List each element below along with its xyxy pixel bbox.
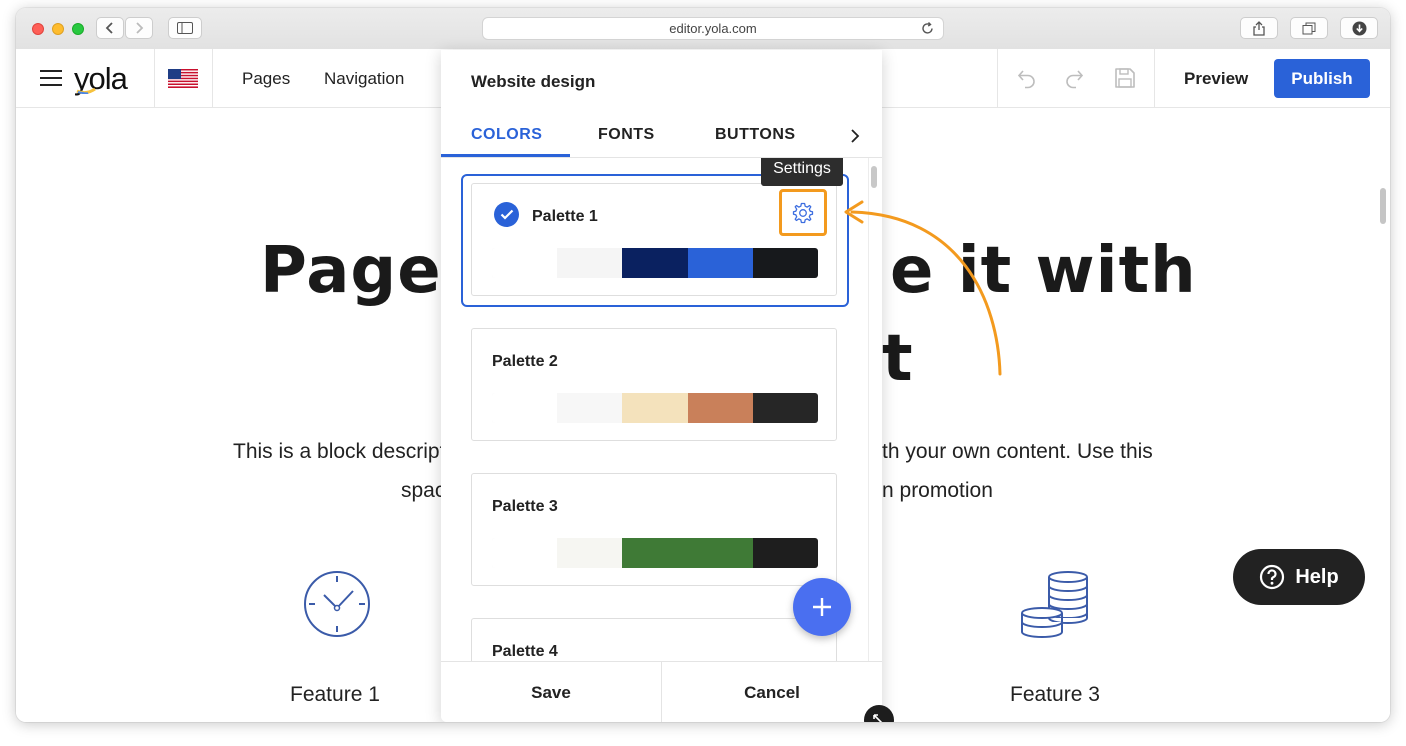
help-label: Help [1295, 565, 1339, 588]
hero-heading-left: Page [260, 234, 442, 308]
swatch [752, 538, 818, 568]
tabs-icon [1302, 22, 1316, 34]
forward-button[interactable] [125, 17, 153, 39]
hamburger-menu-icon[interactable] [40, 69, 62, 87]
palette-card-2[interactable]: Palette 2 [471, 328, 837, 441]
resize-arrows-icon [873, 714, 883, 722]
download-icon [1352, 21, 1366, 35]
swatch [622, 248, 688, 278]
website-design-panel: Website design COLORS FONTS BUTTONS Pale… [441, 50, 882, 722]
hero-heading-right: e it with [890, 234, 1197, 308]
logo-accent-icon [76, 88, 96, 94]
palette-name: Palette 2 [492, 353, 558, 370]
tab-buttons[interactable]: BUTTONS [715, 126, 796, 144]
downloads-button[interactable] [1340, 17, 1378, 39]
publish-button[interactable]: Publish [1274, 59, 1370, 98]
hero-heading-line2: t [882, 322, 914, 396]
sidebar-toggle-button[interactable] [168, 17, 202, 39]
save-button[interactable]: Save [441, 662, 661, 722]
feature-3-label: Feature 3 [1010, 683, 1100, 706]
tabs-next-chevron-icon[interactable] [849, 128, 861, 144]
save-icon[interactable] [1113, 66, 1137, 90]
us-flag-icon[interactable] [168, 69, 198, 88]
palette-card-1[interactable]: Palette 1 [471, 183, 837, 296]
address-bar[interactable]: editor.yola.com [482, 17, 944, 40]
check-icon [494, 202, 519, 227]
chevron-left-icon [105, 22, 113, 34]
swatch [492, 393, 558, 423]
sidebar-icon [177, 22, 193, 34]
undo-icon[interactable] [1016, 67, 1038, 89]
swatch [752, 248, 818, 278]
palette-card-4[interactable]: Palette 4 [471, 618, 837, 661]
palette-name: Palette 4 [492, 643, 558, 660]
palette-settings-button[interactable] [779, 189, 827, 236]
palette-2-swatches [492, 393, 818, 423]
tab-colors[interactable]: COLORS [471, 126, 542, 144]
share-icon [1253, 20, 1265, 36]
page-scrollbar-thumb[interactable] [1380, 188, 1386, 224]
preview-button[interactable]: Preview [1184, 69, 1248, 89]
cancel-button[interactable]: Cancel [662, 662, 882, 722]
gear-icon [792, 202, 814, 223]
swatch [622, 393, 688, 423]
swatch [557, 393, 623, 423]
settings-tooltip: Settings [761, 158, 843, 186]
palette-1-swatches [492, 248, 818, 278]
tabs-overview-button[interactable] [1290, 17, 1328, 39]
nav-pages-link[interactable]: Pages [242, 69, 290, 89]
chevron-right-icon [136, 22, 144, 34]
palette-name: Palette 1 [532, 208, 598, 225]
swatch [492, 538, 558, 568]
redo-icon[interactable] [1063, 67, 1085, 89]
description-line1-right: th your own content. Use this [882, 440, 1153, 463]
description-line1-left: This is a block descript [233, 440, 446, 463]
swatch [492, 248, 558, 278]
clock-icon [304, 571, 370, 637]
swatch [687, 248, 753, 278]
panel-scrollbar-thumb[interactable] [871, 166, 877, 188]
palette-3-swatches [492, 538, 818, 568]
swatch [687, 393, 753, 423]
browser-toolbar: editor.yola.com [16, 8, 1390, 50]
question-circle-icon [1260, 564, 1285, 590]
swatch [687, 538, 753, 568]
palette-card-3[interactable]: Palette 3 [471, 473, 837, 586]
nav-navigation-link[interactable]: Navigation [324, 69, 404, 89]
minimize-window-button[interactable] [52, 23, 64, 35]
add-palette-button[interactable] [793, 578, 851, 636]
panel-title: Website design [471, 72, 596, 91]
tab-fonts[interactable]: FONTS [598, 126, 655, 144]
swatch [622, 538, 688, 568]
swatch [752, 393, 818, 423]
feature-1-label: Feature 1 [290, 683, 380, 706]
coins-icon [1021, 571, 1088, 638]
back-button[interactable] [96, 17, 124, 39]
plus-icon [813, 598, 831, 616]
description-line2-left: spac [401, 479, 446, 502]
browser-window: editor.yola.com yola Pages Navigation Pr… [16, 8, 1390, 722]
swatch [557, 248, 623, 278]
share-button[interactable] [1240, 17, 1278, 39]
reload-icon[interactable] [920, 21, 935, 36]
close-window-button[interactable] [32, 23, 44, 35]
description-line2-right: n promotion [882, 479, 993, 502]
help-button[interactable]: Help [1233, 549, 1365, 605]
url-text: editor.yola.com [669, 21, 757, 36]
palette-name: Palette 3 [492, 498, 558, 515]
swatch [557, 538, 623, 568]
panel-footer: Save Cancel [441, 661, 882, 722]
panel-resize-handle[interactable] [864, 705, 894, 722]
zoom-window-button[interactable] [72, 23, 84, 35]
